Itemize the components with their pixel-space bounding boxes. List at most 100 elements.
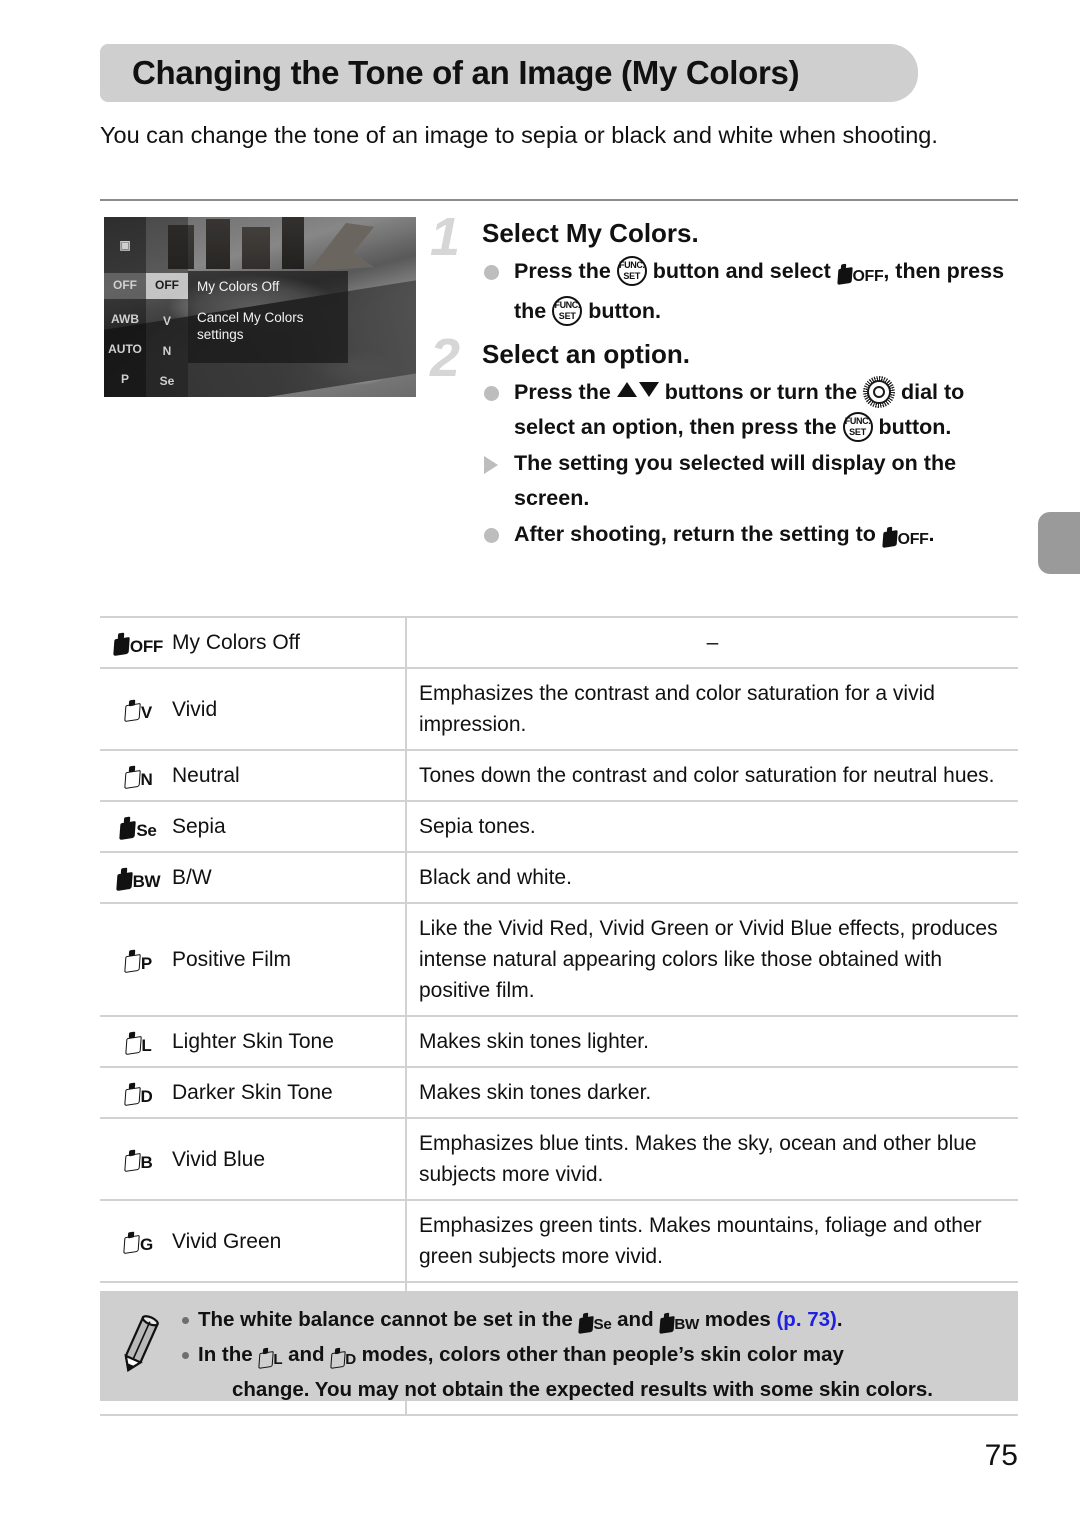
my-colors-off-icon: OFF: [100, 617, 168, 668]
option-description: –: [405, 617, 1018, 668]
step-2: 2 Select an option. Press the buttons or…: [430, 331, 1020, 557]
down-arrow-icon: [638, 382, 659, 397]
my-colors-v-icon: V: [100, 668, 168, 750]
lcd-left-item-3: AUTO: [108, 342, 142, 356]
my-colors-b-icon: B: [100, 1118, 168, 1200]
note-text-and: and: [282, 1343, 331, 1366]
control-dial-icon: [863, 376, 895, 408]
lcd-left-item-2: AWB: [111, 312, 139, 326]
lcd-left-item-1: OFF: [113, 278, 137, 292]
chapter-tab: [1038, 512, 1080, 574]
note-text-in-the: In the: [198, 1343, 259, 1366]
intro-paragraph: You can change the tone of an image to s…: [100, 122, 938, 148]
bullet-dot-icon: [484, 265, 499, 280]
option-description: Tones down the contrast and color satura…: [405, 750, 1018, 801]
bullet-dot-icon: [484, 386, 499, 401]
step-1-title: Select My Colors.: [482, 218, 699, 248]
table-row: BW B/W Black and white.: [100, 852, 1018, 903]
note-text-period: .: [836, 1308, 843, 1331]
func-set-button-icon: FUNC. SET: [616, 256, 647, 286]
lcd-menu-desc-line2: settings: [197, 327, 244, 342]
table-row: V Vivid Emphasizes the contrast and color …: [100, 668, 1018, 750]
lcd-mycolors-item-vivid: V: [162, 314, 171, 328]
table-row: G Vivid Green Emphasizes green tints. Make…: [100, 1200, 1018, 1282]
option-description: Like the Vivid Red, Vivid Green or Vivid…: [405, 903, 1018, 1016]
lcd-left-item-0: ▣: [119, 238, 131, 252]
func-set-button-icon: FUNC. SET: [552, 296, 583, 326]
note-text-modes: modes: [699, 1308, 777, 1331]
note-text-white-balance: The white balance cannot be set in the: [198, 1308, 579, 1331]
page-reference-link[interactable]: (p. 73): [776, 1308, 836, 1331]
step-2-title: Select an option.: [482, 339, 691, 369]
up-arrow-icon: [616, 382, 637, 397]
note-bullet-2: In the L and D modes, colors other than …: [178, 1340, 1006, 1405]
table-row: D Darker Skin Tone Makes skin tones darker…: [100, 1067, 1018, 1118]
text-press-the: Press the: [514, 380, 617, 404]
sepia-icon: Se: [578, 1308, 612, 1340]
step-1: 1 Select My Colors. Press the FUNC. SET b…: [430, 210, 1020, 329]
my-colors-off-icon: OFF: [882, 520, 929, 557]
lcd-left-item-4: P: [120, 372, 129, 386]
darker-skin-tone-icon: D: [330, 1343, 356, 1375]
lcd-menu-desc-line1: Cancel My Colors: [197, 310, 304, 325]
lighter-skin-tone-icon: L: [258, 1343, 282, 1375]
lcd-mycolors-item-off: OFF: [155, 278, 179, 292]
option-description: Makes skin tones lighter.: [405, 1016, 1018, 1067]
bullet-dot-icon: [484, 528, 499, 543]
text-button: button.: [582, 299, 662, 323]
table-row: Se Sepia Sepia tones.: [100, 801, 1018, 852]
my-colors-bw-icon: BW: [100, 852, 168, 903]
page-title: Changing the Tone of an Image (My Colors…: [132, 54, 800, 91]
note-bullet-1: The white balance cannot be set in the S…: [178, 1305, 1006, 1340]
text-press-the: Press the: [514, 259, 617, 283]
lcd-menu-overlay: My Colors Off Cancel My Colors settings: [188, 271, 348, 363]
note-text-modes-colors: modes, colors other than people’s skin c…: [355, 1343, 844, 1366]
bw-icon: BW: [659, 1308, 699, 1340]
table-row: L Lighter Skin Tone Makes skin tones light…: [100, 1016, 1018, 1067]
option-name: Lighter Skin Tone: [172, 1030, 334, 1053]
table-row: B Vivid Blue Emphasizes blue tints. Makes …: [100, 1118, 1018, 1200]
step-1-bullet-1: Press the FUNC. SET button and select OFF…: [482, 254, 1020, 329]
option-name: Neutral: [172, 764, 240, 787]
lcd-mycolors-item-neutral: N: [162, 344, 172, 358]
option-description: Emphasizes the contrast and color satura…: [405, 668, 1018, 750]
table-row: P Positive Film Like the Vivid Red, Vivid …: [100, 903, 1018, 1016]
my-colors-off-icon: OFF: [837, 257, 884, 294]
option-description: Emphasizes green tints. Makes mountains,…: [405, 1200, 1018, 1282]
option-description: Makes skin tones darker.: [405, 1067, 1018, 1118]
instruction-steps: 1 Select My Colors. Press the FUNC. SET b…: [430, 210, 1020, 558]
note-body: The white balance cannot be set in the S…: [178, 1305, 1006, 1405]
text-buttons-or-turn: buttons or turn the: [658, 380, 863, 404]
page-number: 75: [984, 1439, 1018, 1472]
pencil-icon: [124, 1315, 160, 1372]
my-colors-se-icon: Se: [100, 801, 168, 852]
lcd-menu-title: My Colors Off: [197, 279, 280, 294]
option-name: Vivid Blue: [172, 1147, 266, 1171]
table-row: OFF My Colors Off –: [100, 617, 1018, 668]
step-1-number: 1: [430, 207, 461, 267]
my-colors-p-icon: P: [100, 903, 168, 1016]
my-colors-g-icon: G: [100, 1200, 168, 1282]
option-name: Sepia: [172, 815, 226, 838]
option-description: Emphasizes blue tints. Makes the sky, oc…: [405, 1118, 1018, 1200]
step-2-number: 2: [430, 328, 461, 388]
option-name: My Colors Off: [172, 631, 300, 654]
option-name: B/W: [172, 866, 212, 889]
option-name: Darker Skin Tone: [172, 1081, 333, 1104]
text-setting-displays: The setting you selected will display on…: [514, 451, 957, 510]
func-set-button-icon: FUNC. SET: [842, 412, 873, 442]
step-2-bullet-1: Press the buttons or turn the dial to se…: [482, 375, 1020, 445]
step-2-bullet-2: The setting you selected will display on…: [482, 446, 1020, 516]
note-box: The white balance cannot be set in the S…: [100, 1291, 1018, 1401]
text-button-and-select: button and select: [646, 259, 837, 283]
lcd-mycolors-column: [146, 217, 188, 397]
my-colors-l-icon: L: [100, 1016, 168, 1067]
lcd-mycolors-item-sepia: Se: [159, 374, 175, 388]
note-bullet-2-continuation: change. You may not obtain the expected …: [232, 1378, 933, 1401]
text-period: .: [928, 522, 935, 546]
option-description: Sepia tones.: [405, 801, 1018, 852]
table-row: N Neutral Tones down the contrast and colo…: [100, 750, 1018, 801]
page-title-banner: Changing the Tone of an Image (My Colors…: [100, 44, 918, 102]
note-bullet-dot-icon: [182, 1317, 189, 1324]
camera-screen-illustration: ▣ OFF AWB AUTO P OFF V N Se My Colors Of…: [104, 217, 416, 397]
